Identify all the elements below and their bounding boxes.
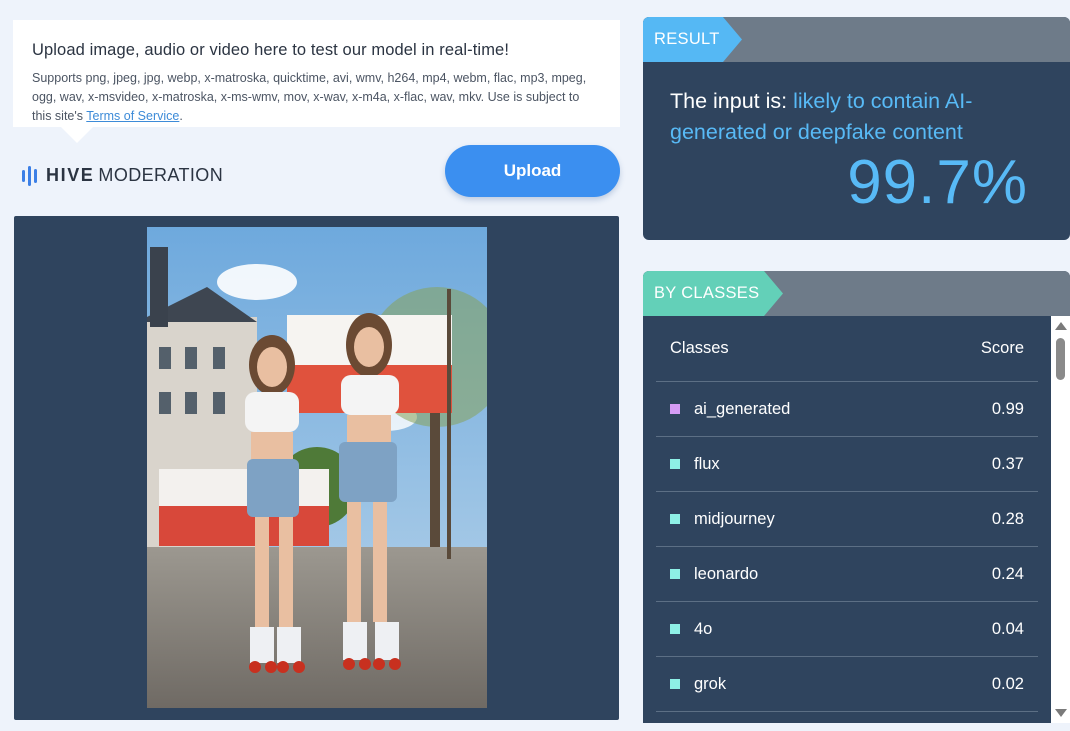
class-name: midjourney [694, 509, 775, 528]
scrollbar-thumb[interactable] [1056, 338, 1065, 380]
result-card: RESULT The input is: likely to contain A… [643, 17, 1070, 240]
class-color-swatch [670, 624, 680, 634]
classes-tag: BY CLASSES [643, 271, 783, 316]
upload-button[interactable]: Upload [445, 145, 620, 197]
classes-column-header: Classes [670, 339, 729, 357]
class-score: 0.24 [991, 564, 1024, 583]
table-row: grok 0.02 [656, 657, 1038, 712]
result-header: RESULT [643, 17, 1070, 62]
classes-header: BY CLASSES [643, 271, 1070, 316]
table-row: flux 0.37 [656, 437, 1038, 492]
class-name: flux [694, 454, 720, 473]
class-score: 0.02 [991, 674, 1024, 693]
class-name: ai_generated [694, 399, 791, 418]
class-name: grok [694, 674, 727, 693]
classes-table-header: Classes Score [656, 316, 1038, 382]
upload-info-card: Upload image, audio or video here to tes… [13, 20, 620, 143]
class-name: leonardo [694, 564, 759, 583]
terms-of-service-link[interactable]: Terms of Service [86, 109, 179, 123]
class-color-swatch [670, 404, 680, 414]
table-row: 4o 0.04 [656, 602, 1038, 657]
table-row: ai_generated 0.99 [656, 382, 1038, 437]
description-end: . [179, 109, 183, 123]
uploaded-image [147, 227, 487, 708]
result-score: 99.7% [847, 148, 1028, 217]
hive-logo-icon [22, 165, 37, 186]
result-prefix: The input is: [670, 89, 794, 113]
logo-bold-text: HIVE [46, 165, 95, 185]
table-row: midjourney 0.28 [656, 492, 1038, 547]
class-score: 0.37 [991, 454, 1024, 473]
class-score: 0.04 [991, 619, 1024, 638]
logo-light-text: MODERATION [98, 165, 224, 185]
class-color-swatch [670, 679, 680, 689]
class-score: 0.28 [991, 509, 1024, 528]
classes-table: Classes Score ai_generated 0.99 flux 0.3… [656, 316, 1038, 712]
scroll-down-arrow-icon[interactable] [1055, 709, 1067, 717]
table-row: leonardo 0.24 [656, 547, 1038, 602]
class-color-swatch [670, 569, 680, 579]
class-score: 0.99 [991, 399, 1024, 418]
scroll-up-arrow-icon[interactable] [1055, 322, 1067, 330]
image-preview-panel [14, 216, 619, 720]
result-text: The input is: likely to contain AI-gener… [670, 86, 1043, 148]
upload-title: Upload image, audio or video here to tes… [32, 41, 509, 59]
class-color-swatch [670, 459, 680, 469]
class-name: 4o [694, 619, 713, 638]
score-column-header: Score [980, 339, 1024, 357]
hive-moderation-logo: HIVE MODERATION [22, 165, 223, 186]
classes-card: BY CLASSES Classes Score ai_generated 0.… [643, 271, 1070, 723]
class-color-swatch [670, 514, 680, 524]
upload-description: Supports png, jpeg, jpg, webp, x-matrosk… [32, 69, 601, 126]
result-tag: RESULT [643, 17, 742, 62]
classes-scrollbar[interactable] [1051, 316, 1070, 723]
